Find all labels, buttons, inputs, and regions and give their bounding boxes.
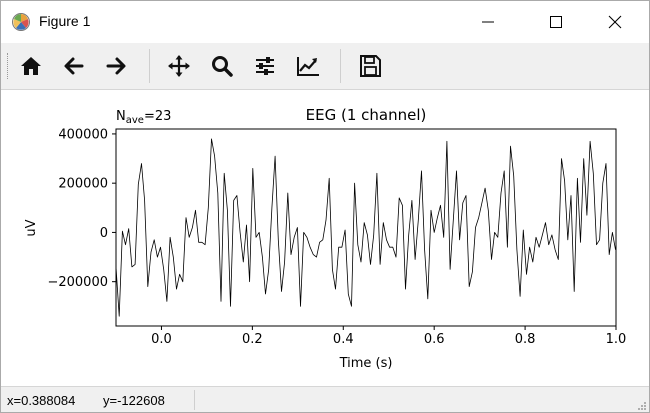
- minimize-button[interactable]: [465, 1, 511, 43]
- toolbar-separator: [149, 49, 150, 83]
- x-tick-label: 1.0: [606, 332, 627, 347]
- resize-grip-icon[interactable]: [637, 401, 647, 411]
- x-tick-label: 0.6: [424, 332, 445, 347]
- x-tick-label: 0.8: [515, 332, 536, 347]
- sliders-icon: [256, 57, 274, 75]
- y-tick-label: 400000: [58, 127, 108, 142]
- status-bar: x=0.388084 y=-122608: [1, 386, 649, 412]
- title-bar[interactable]: Figure 1: [1, 1, 649, 43]
- navigation-toolbar: [1, 43, 649, 90]
- nave-value: =23: [144, 109, 171, 124]
- x-axis-label: Time (s): [339, 356, 393, 371]
- maximize-button[interactable]: [533, 1, 579, 43]
- nave-subscript: ave: [126, 115, 144, 126]
- pan-button[interactable]: [163, 50, 195, 82]
- minimize-icon: [482, 21, 494, 23]
- nave-annotation: Nave=23: [116, 109, 171, 126]
- eeg-plot[interactable]: 0.0 0.2 0.4 0.6 0.8 1.0 400000 200000 0 −200000 E…: [1, 90, 649, 386]
- close-icon: [608, 15, 622, 29]
- arrow-right-icon: [106, 57, 126, 75]
- move-icon: [168, 55, 190, 77]
- figure-window: Figure 1 0.0 0.2 0.4 0.6 0.8 1.0 400000 …: [0, 0, 650, 413]
- save-button[interactable]: [354, 50, 386, 82]
- forward-button[interactable]: [100, 50, 132, 82]
- nave-symbol: N: [116, 109, 126, 124]
- toolbar-grip[interactable]: [7, 53, 10, 79]
- plot-line-layer: [116, 138, 616, 317]
- cursor-x-readout: x=0.388084: [7, 393, 76, 408]
- status-separator: [194, 390, 195, 410]
- y-tick-label: −200000: [47, 275, 108, 290]
- y-axis-label: uV: [24, 219, 39, 236]
- x-tick-label: 0.4: [333, 332, 354, 347]
- maximize-icon: [550, 16, 562, 28]
- eeg-trace-line: [116, 138, 616, 317]
- x-tick-label: 0.0: [151, 332, 172, 347]
- matplotlib-logo-icon: [12, 13, 30, 31]
- cursor-y-readout: y=-122608: [103, 393, 165, 408]
- y-tick-label: 0: [100, 226, 108, 241]
- back-button[interactable]: [58, 50, 90, 82]
- arrow-left-icon: [64, 57, 84, 75]
- axes-button[interactable]: [292, 50, 324, 82]
- close-button[interactable]: [592, 1, 638, 43]
- magnifier-icon: [212, 56, 233, 77]
- zoom-button[interactable]: [206, 50, 238, 82]
- ticks-layer: 0.0 0.2 0.4 0.6 0.8 1.0 400000 200000 0 −200000: [47, 127, 626, 347]
- y-tick-label: 200000: [58, 177, 108, 192]
- home-button[interactable]: [15, 50, 47, 82]
- subplots-button[interactable]: [249, 50, 281, 82]
- figure-canvas[interactable]: 0.0 0.2 0.4 0.6 0.8 1.0 400000 200000 0 −200000 E…: [1, 90, 649, 386]
- toolbar-separator: [340, 49, 341, 83]
- home-icon: [21, 57, 41, 75]
- window-title: Figure 1: [39, 13, 91, 29]
- axes-frame: [115, 128, 617, 327]
- floppy-disk-icon: [360, 55, 381, 77]
- plot-title: EEG (1 channel): [306, 106, 427, 124]
- line-chart-icon: [297, 57, 319, 76]
- x-tick-label: 0.2: [242, 332, 263, 347]
